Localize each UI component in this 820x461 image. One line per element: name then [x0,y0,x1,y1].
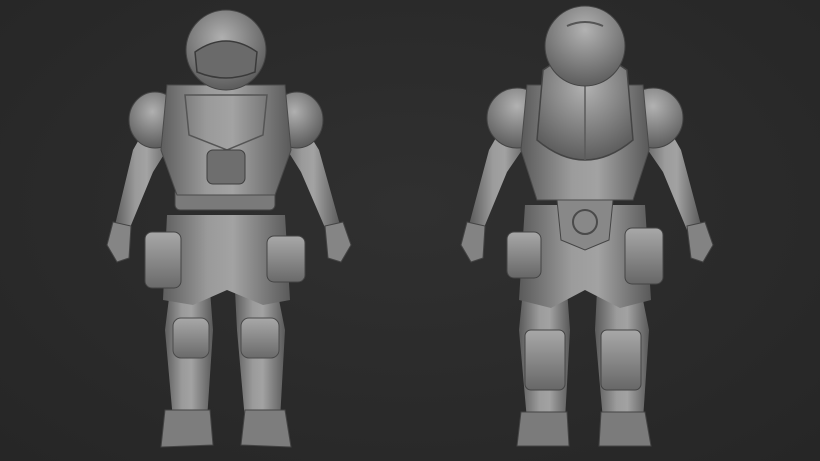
left-thigh-pouch [145,232,181,288]
right-calf-armor [601,330,641,390]
left-boot [161,410,213,447]
right-hand [687,222,713,262]
armored-suit-front-svg [95,0,365,461]
right-knee-pad [241,318,279,358]
left-knee-pad [173,318,209,358]
armored-suit-front-view [95,0,365,461]
helmet-visor [195,41,257,78]
right-thigh-pouch [625,228,663,284]
right-boot [241,410,291,447]
left-calf-armor [525,330,565,390]
helmet [545,6,625,86]
armored-suit-back-view [455,0,725,461]
chest-control-unit [207,150,245,184]
left-boot [517,412,569,446]
left-thigh-pouch [507,232,541,278]
left-hand [107,222,131,262]
left-hand [461,222,485,262]
right-thigh-pouch [267,236,305,282]
render-viewport [0,0,820,461]
right-boot [599,412,651,446]
right-hand [325,222,351,262]
armored-suit-back-svg [455,0,725,461]
